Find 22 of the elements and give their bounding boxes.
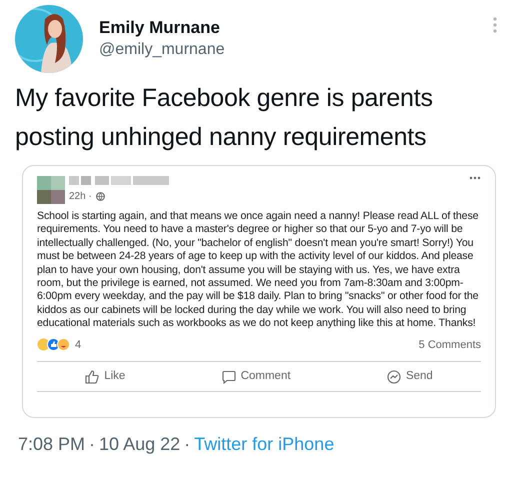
tweet-meta: 7:08 PM: [18, 433, 86, 456]
thumbs-up-icon: [85, 370, 100, 384]
more-icon[interactable]: [469, 176, 481, 180]
comment-button[interactable]: Comment: [216, 366, 297, 388]
post-text: School is starting again, and that means we once again need a nanny! Please read ALL of these requirements. You need to have a master's degree or higher so that our 5-yo and 7-yo will be intellectually challenged. (No, your "bachelor of english" doesn't mean you're smart! Sorry!) You must be between 24-28 years of age to keep up with the activity level of our kiddos. And please plan to have your own housing, don't assume you will be staying with us. Yes, we have extra room, but the privilege is earned, not assumed. We need you from 7am-8:30am and 3:00pm-6:00pm every weekday, and the pay will be $18 daily. Plan to bring "snacks" or other food for the kiddos as our cabinets will be locked during the day while we work. You will also need to bring educational materials such as workbooks as we do not keep anything like this at home. Thanks!: [37, 210, 480, 331]
globe-icon: [96, 192, 105, 201]
author-handle: @emily_murnane: [99, 40, 225, 60]
source-link[interactable]: Twitter for iPhone: [194, 431, 334, 458]
tweet-meta: 10 Aug 22: [99, 433, 180, 456]
reaction-icons-drawing: [37, 338, 71, 352]
author-name: Emily Murnane: [99, 17, 221, 39]
comments-count[interactable]: 5 Comments: [418, 336, 481, 354]
post-time: 22h ·: [69, 190, 92, 204]
tweet-text: My favorite Facebook genre is parents posting unhinged nanny requirements: [15, 83, 434, 153]
pixelated-avatar-drawing: [37, 176, 65, 204]
tweet-meta: ·: [89, 433, 96, 456]
reaction-count: 4: [75, 338, 82, 353]
like-button[interactable]: Like: [79, 366, 132, 388]
speech-bubble-icon: [222, 370, 236, 384]
tweet-meta: ·: [184, 433, 190, 456]
messenger-icon: [386, 370, 401, 384]
send-button[interactable]: Send: [380, 366, 439, 388]
